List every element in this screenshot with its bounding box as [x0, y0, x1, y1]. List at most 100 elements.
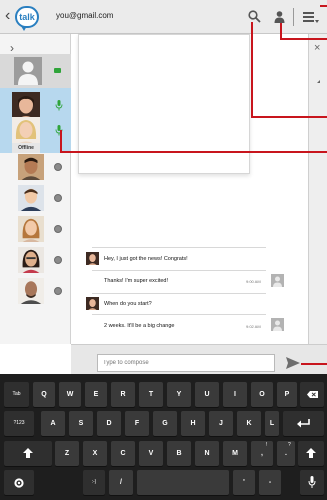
space-key[interactable]	[137, 470, 229, 495]
key-s[interactable]: S	[69, 411, 93, 436]
contact-row[interactable]	[0, 246, 71, 276]
callout-line	[320, 5, 327, 7]
callout-line	[60, 151, 327, 153]
key-slash[interactable]: /	[109, 470, 133, 495]
key-symbols[interactable]: ?123	[4, 411, 34, 436]
key-period[interactable]: ? .	[277, 441, 295, 466]
contact-row[interactable]	[0, 215, 71, 245]
offline-label: Offline	[12, 143, 40, 153]
message-timestamp: 9:02 AM	[246, 324, 261, 329]
key-q[interactable]: Q	[33, 382, 55, 407]
offline-status-icon	[54, 225, 62, 233]
offline-status-icon	[54, 256, 62, 264]
gear-icon	[14, 478, 24, 488]
key-w[interactable]: W	[59, 382, 81, 407]
shift-icon	[23, 448, 33, 458]
key-i[interactable]: I	[223, 382, 247, 407]
search-icon[interactable]	[248, 10, 261, 23]
add-contact-icon[interactable]	[273, 10, 286, 24]
back-button[interactable]: ‹	[5, 8, 10, 24]
key-m[interactable]: M	[223, 441, 247, 466]
key-r[interactable]: R	[111, 382, 135, 407]
menu-icon[interactable]	[303, 11, 319, 23]
key-hyphen[interactable]: -	[259, 470, 281, 495]
key-k[interactable]: K	[237, 411, 261, 436]
callout-line	[280, 23, 282, 40]
key-tab[interactable]: Tab	[4, 382, 29, 407]
callout-line	[280, 38, 327, 40]
toolbar-divider	[293, 8, 294, 26]
resize-corner-icon	[317, 80, 320, 83]
key-v[interactable]: V	[139, 441, 163, 466]
key-f[interactable]: F	[125, 411, 149, 436]
voice-input-key[interactable]	[300, 470, 324, 495]
my-status-row[interactable]	[0, 54, 71, 88]
key-apostrophe[interactable]: '	[233, 470, 255, 495]
microphone-icon	[308, 476, 316, 488]
message-text: When do you start?	[104, 301, 152, 307]
key-n[interactable]: N	[195, 441, 219, 466]
message-divider	[92, 247, 266, 248]
key-e[interactable]: E	[85, 382, 107, 407]
message-text: 2 weeks. It'll be a big change	[104, 323, 175, 329]
my-status-indicator	[54, 68, 61, 73]
offline-status-icon	[54, 287, 62, 295]
send-icon[interactable]	[286, 357, 300, 369]
contact-avatar	[18, 185, 44, 211]
key-comma-label: ,	[261, 450, 263, 457]
backspace-key[interactable]	[300, 382, 324, 407]
message-divider	[92, 314, 266, 315]
key-d[interactable]: D	[97, 411, 121, 436]
contact-row[interactable]	[0, 184, 71, 214]
key-z[interactable]: Z	[55, 441, 79, 466]
callout-line	[251, 22, 253, 118]
key-h[interactable]: H	[181, 411, 205, 436]
contact-row[interactable]	[0, 153, 71, 183]
key-period-label: .	[285, 450, 287, 457]
key-y[interactable]: Y	[167, 382, 191, 407]
expand-chevron-icon[interactable]: ›	[10, 41, 14, 55]
soft-keyboard: Tab Q W E R T Y U I O P ?123 A S D F G H…	[0, 374, 327, 500]
key-comma[interactable]: ! ,	[251, 441, 273, 466]
key-j[interactable]: J	[209, 411, 233, 436]
callout-line	[251, 116, 327, 118]
key-smiley[interactable]: :-)	[83, 470, 105, 495]
talk-logo[interactable]: talk	[15, 6, 39, 31]
key-a[interactable]: A	[41, 411, 65, 436]
key-g[interactable]: G	[153, 411, 177, 436]
my-message-avatar	[271, 274, 284, 287]
key-t[interactable]: T	[139, 382, 163, 407]
contact-avatar	[12, 92, 40, 120]
account-email[interactable]: you@gmail.com	[56, 11, 113, 20]
key-alt-question: ?	[288, 442, 291, 448]
close-icon[interactable]: ×	[314, 42, 320, 54]
shift-key-right[interactable]	[298, 441, 324, 466]
key-o[interactable]: O	[251, 382, 273, 407]
my-avatar[interactable]	[14, 57, 42, 85]
offline-status-icon	[54, 163, 62, 171]
contact-avatar	[18, 247, 44, 273]
offline-status-icon	[54, 194, 62, 202]
key-c[interactable]: C	[111, 441, 135, 466]
message-divider	[92, 293, 266, 294]
talk-logo-text: talk	[19, 12, 35, 22]
side-panel: ×	[308, 34, 327, 344]
shift-key-left[interactable]	[4, 441, 52, 466]
message-timestamp: 9:00 AM	[246, 279, 261, 284]
key-u[interactable]: U	[195, 382, 219, 407]
key-p[interactable]: P	[277, 382, 297, 407]
contact-avatar	[18, 154, 44, 180]
key-alt-exclaim: !	[266, 442, 268, 448]
key-b[interactable]: B	[167, 441, 191, 466]
settings-key[interactable]	[4, 470, 34, 495]
shift-icon	[306, 448, 316, 458]
backspace-icon	[307, 391, 318, 398]
compose-input[interactable]	[97, 354, 275, 372]
my-message-avatar	[271, 318, 284, 331]
key-x[interactable]: X	[83, 441, 107, 466]
contact-row[interactable]	[0, 277, 71, 307]
contacts-panel: › Offline	[0, 34, 71, 344]
contact-avatar	[18, 216, 44, 242]
talk-logo-tail	[21, 26, 27, 31]
enter-icon	[297, 419, 310, 428]
